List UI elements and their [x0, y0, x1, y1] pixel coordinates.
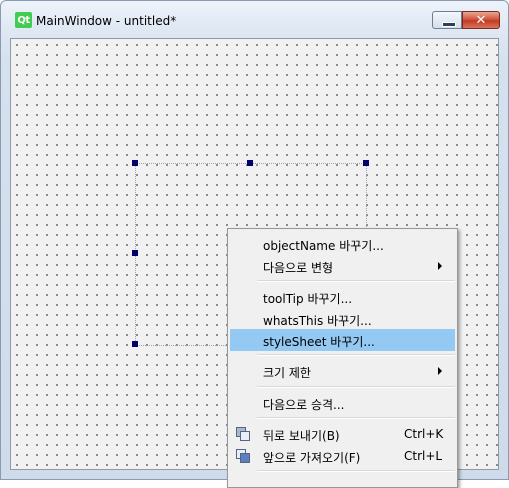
menu-item-morph-into[interactable]: 다음으로 변형 — [230, 255, 455, 277]
minimize-icon — [442, 22, 456, 27]
resize-handle-top-right[interactable] — [363, 160, 369, 166]
menu-separator — [257, 354, 455, 356]
menu-item-promote-to[interactable]: 다음으로 승격... — [230, 392, 455, 414]
menu-item-bring-to-front[interactable]: 앞으로 가져오기(F) Ctrl+L — [230, 445, 455, 467]
send-to-back-icon — [235, 426, 251, 442]
qt-logo-icon: Qt — [15, 12, 32, 28]
close-icon: ✕ — [475, 12, 487, 28]
bring-to-front-icon — [235, 448, 251, 464]
resize-handle-top[interactable] — [247, 160, 253, 166]
menu-item-size-constraints[interactable]: 크기 제한 — [230, 360, 455, 382]
resize-handle-bottom-left[interactable] — [132, 341, 138, 347]
submenu-arrow-icon — [438, 367, 442, 375]
menu-separator — [257, 386, 455, 388]
resize-handle-top-left[interactable] — [132, 160, 138, 166]
menu-item-change-stylesheet[interactable]: styleSheet 바꾸기... — [230, 329, 455, 351]
menu-separator — [257, 417, 455, 419]
selection-outline-right — [366, 163, 367, 233]
menu-item-change-whatsthis[interactable]: whatsThis 바꾸기... — [230, 308, 455, 330]
selection-outline-bottom — [135, 345, 230, 346]
title-bar[interactable]: Qt MainWindow - untitled* ✕ — [1, 1, 508, 31]
context-menu: objectName 바꾸기... 다음으로 변형 toolTip 바꾸기...… — [227, 228, 458, 488]
window-title: MainWindow - untitled* — [36, 14, 177, 28]
menu-item-change-objectname[interactable]: objectName 바꾸기... — [230, 233, 455, 255]
menu-separator — [257, 280, 455, 282]
menu-item-change-tooltip[interactable]: toolTip 바꾸기... — [230, 286, 455, 308]
minimize-button[interactable] — [432, 11, 462, 29]
menu-item-send-to-back[interactable]: 뒤로 보내기(B) Ctrl+K — [230, 423, 455, 445]
resize-handle-left[interactable] — [132, 250, 138, 256]
close-button[interactable]: ✕ — [462, 11, 500, 29]
submenu-arrow-icon — [438, 262, 442, 270]
menu-separator — [257, 470, 455, 472]
